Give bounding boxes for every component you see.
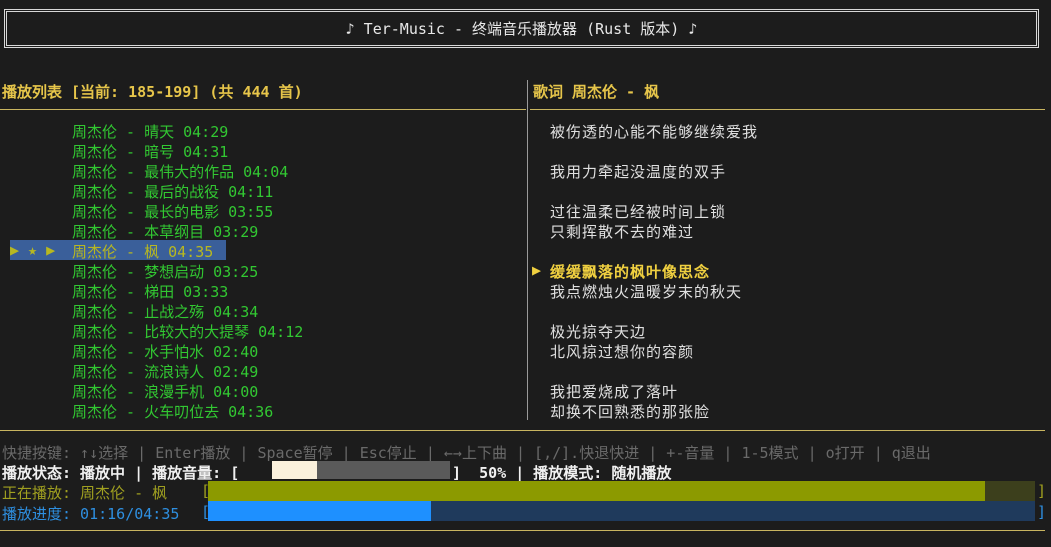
playlist-item[interactable]: ▶ ★ ▶ 周杰伦 - 枫 04:35 xyxy=(0,240,524,261)
playlist-item[interactable]: 周杰伦 - 梯田 03:33 xyxy=(0,280,524,301)
playlist-item-label: 周杰伦 - 本草纲目 03:29 xyxy=(72,223,259,241)
playlist-item-label: 周杰伦 - 晴天 04:29 xyxy=(72,123,229,141)
playlist-item[interactable]: 周杰伦 - 浪漫手机 04:00 xyxy=(0,380,524,401)
now-playing-bar xyxy=(208,481,1035,501)
playlist-item[interactable]: 周杰伦 - 最伟大的作品 04:04 xyxy=(0,160,524,181)
lyric-line: 只剩挥散不去的难过 xyxy=(550,223,695,241)
now-playing-bar-fill xyxy=(208,481,986,501)
progress-bar[interactable] xyxy=(208,501,1035,521)
active-lyric-marker-icon: ▶ xyxy=(532,261,542,279)
playlist-item-label: 周杰伦 - 水手怕水 02:40 xyxy=(72,343,259,361)
playlist-item[interactable]: 周杰伦 - 火车叨位去 04:36 xyxy=(0,400,524,421)
playlist-item[interactable]: 周杰伦 - 流浪诗人 02:49 xyxy=(0,360,524,381)
progress-bracket-close: ] xyxy=(1037,503,1047,521)
playlist-item[interactable]: 周杰伦 - 比较大的大提琴 04:12 xyxy=(0,320,524,341)
lyric-line: 却换不回熟悉的那张脸 xyxy=(550,403,711,421)
playlist-item-label: 周杰伦 - 最长的电影 03:55 xyxy=(72,203,274,221)
playlist-item-label: 周杰伦 - 止战之殇 04:34 xyxy=(72,303,259,321)
lyrics-divider xyxy=(530,109,1045,110)
playlist-item[interactable]: 周杰伦 - 梦想启动 03:25 xyxy=(0,260,524,281)
playlist-item[interactable]: 周杰伦 - 最长的电影 03:55 xyxy=(0,200,524,221)
now-playing-bracket-close: ] xyxy=(1037,482,1047,500)
lyric-line: 我点燃烛火温暖岁末的秋天 xyxy=(550,283,743,301)
volume-bar[interactable] xyxy=(272,461,450,479)
lyric-line-active: 缓缓飘落的枫叶像思念 xyxy=(550,263,711,281)
pane-separator xyxy=(527,80,528,420)
volume-and-mode: ] 50% | 播放模式: 随机播放 xyxy=(452,464,672,482)
lyric-line: 我把爱烧成了落叶 xyxy=(550,383,679,401)
playlist-item-label: 周杰伦 - 最伟大的作品 04:04 xyxy=(72,163,289,181)
volume-bar-fill xyxy=(272,461,317,479)
playlist-item[interactable]: 周杰伦 - 水手怕水 02:40 xyxy=(0,340,524,361)
progress-label: 播放进度: 01:16/04:35 xyxy=(2,505,180,523)
playlist-item-label: 周杰伦 - 浪漫手机 04:00 xyxy=(72,383,259,401)
playlist-item[interactable]: 周杰伦 - 本草纲目 03:29 xyxy=(0,220,524,241)
lyric-line: 我用力牵起没温度的双手 xyxy=(550,163,727,181)
now-playing-label: 正在播放: 周杰伦 - 枫 xyxy=(2,484,168,502)
playlist-item-label: 周杰伦 - 流浪诗人 02:49 xyxy=(72,363,259,381)
playlist-item[interactable]: 周杰伦 - 暗号 04:31 xyxy=(0,140,524,161)
shortcut-help: 快捷按键: ↑↓选择 | Enter播放 | Space暂停 | Esc停止 |… xyxy=(2,444,931,462)
playlist-item-label: 周杰伦 - 火车叨位去 04:36 xyxy=(72,403,274,421)
playlist-item[interactable]: 周杰伦 - 最后的战役 04:11 xyxy=(0,180,524,201)
selected-marker-icon: ▶ ★ ▶ xyxy=(10,241,56,259)
playlist-divider xyxy=(0,109,526,110)
playlist-item-label: 周杰伦 - 梦想启动 03:25 xyxy=(72,263,259,281)
playlist-item-label: 周杰伦 - 暗号 04:31 xyxy=(72,143,229,161)
playlist-item[interactable]: 周杰伦 - 晴天 04:29 xyxy=(0,120,524,141)
lyric-line: 北风掠过想你的容颜 xyxy=(550,343,695,361)
playlist-item-label: 周杰伦 - 最后的战役 04:11 xyxy=(72,183,274,201)
playlist-item-label: 周杰伦 - 比较大的大提琴 04:12 xyxy=(72,323,304,341)
lyrics-title: 歌词 周杰伦 - 枫 xyxy=(533,83,660,101)
playlist-title: 播放列表 [当前: 185-199] (共 444 首) xyxy=(2,83,303,101)
app-title-box: ♪ Ter-Music - 终端音乐播放器 (Rust 版本) ♪ xyxy=(4,9,1039,48)
footer-divider xyxy=(0,430,1045,431)
app-title: ♪ Ter-Music - 终端音乐播放器 (Rust 版本) ♪ xyxy=(345,20,698,38)
progress-bar-fill xyxy=(208,501,432,521)
status-label: 播放状态: 播放中 | 播放音量: [ xyxy=(2,464,240,482)
bottom-divider xyxy=(0,530,1045,531)
lyric-line: 过往温柔已经被时间上锁 xyxy=(550,203,727,221)
lyric-line: 极光掠夺天边 xyxy=(550,323,647,341)
lyric-line: 被伤透的心能不能够继续爱我 xyxy=(550,123,759,141)
playlist-item[interactable]: 周杰伦 - 止战之殇 04:34 xyxy=(0,300,524,321)
playlist-item-label: 周杰伦 - 梯田 03:33 xyxy=(72,283,229,301)
playlist-item-label: 周杰伦 - 枫 04:35 xyxy=(72,243,214,261)
